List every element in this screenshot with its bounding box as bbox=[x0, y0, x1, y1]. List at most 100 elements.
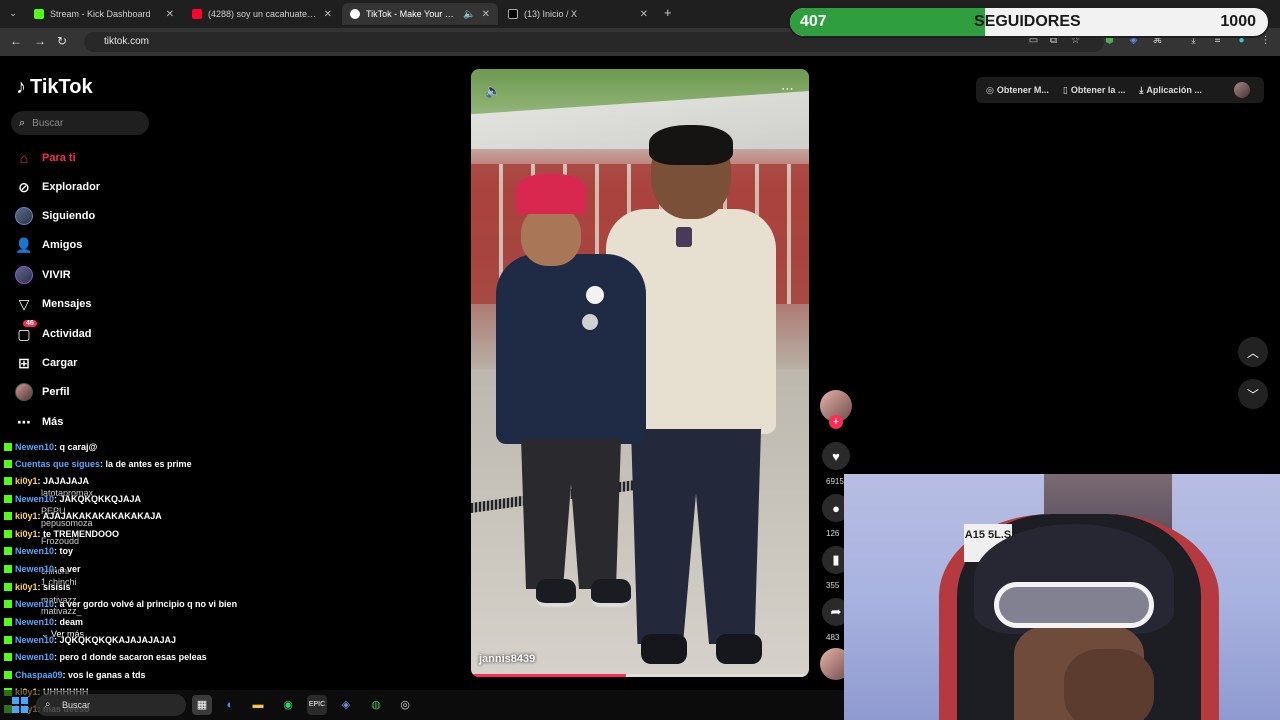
whatsapp-icon[interactable]: ◉ bbox=[278, 695, 298, 715]
chat-username[interactable]: Newen10 bbox=[15, 652, 54, 662]
tiktok-logo[interactable]: ♪ TikTok bbox=[16, 76, 93, 99]
close-icon[interactable]: ✕ bbox=[640, 9, 648, 20]
tab-search-icon[interactable]: ⌄ bbox=[6, 6, 20, 20]
taskbar-search[interactable]: ⌕ Buscar bbox=[36, 694, 186, 716]
mute-icon[interactable]: 🔈 bbox=[485, 83, 501, 99]
chat-username[interactable]: Newen10 bbox=[15, 635, 54, 645]
nav-mensajes[interactable]: ▽ Mensajes bbox=[15, 293, 92, 315]
chat-message: ki0y1: AJAJAKAKAKAKAKAKAJA bbox=[4, 511, 162, 521]
nav-cargar[interactable]: ⊞ Cargar bbox=[15, 352, 77, 374]
nav-label: Actividad bbox=[42, 328, 92, 340]
nav-siguiendo[interactable]: Siguiendo bbox=[15, 205, 95, 227]
chevron-down-icon: ﹀ bbox=[1246, 387, 1259, 402]
folder-icon[interactable]: ▬ bbox=[248, 695, 268, 715]
reload-icon[interactable]: ↻ bbox=[57, 34, 67, 48]
comment-count: 126 bbox=[826, 529, 840, 538]
desktop-app-button[interactable]: ⤓ Aplicación ... bbox=[1139, 85, 1202, 96]
screen: ⌄ Stream - Kick Dashboard ✕ (4288) soy u… bbox=[0, 0, 1280, 720]
back-icon[interactable]: ← bbox=[10, 34, 22, 48]
video-author[interactable]: jannis8439 bbox=[479, 653, 535, 665]
tab-x[interactable]: (13) Inicio / X ✕ bbox=[500, 3, 656, 25]
search-input[interactable]: ⌕ Buscar bbox=[11, 111, 149, 135]
download-icon: ⤓ bbox=[1139, 84, 1144, 95]
chat-username[interactable]: ki0y1 bbox=[15, 582, 38, 592]
kick-badge-icon bbox=[4, 636, 12, 644]
chat-message: Newen10: a ver bbox=[4, 564, 81, 574]
chat-username[interactable]: Newen10 bbox=[15, 564, 54, 574]
kick-badge-icon bbox=[4, 653, 12, 661]
chat-message: Newen10: JAKQKQKKQJAJA bbox=[4, 494, 141, 504]
chat-username[interactable]: ki0y1 bbox=[15, 511, 38, 521]
avatar-icon bbox=[15, 383, 33, 401]
upload-icon: ⊞ bbox=[18, 354, 30, 371]
kick-badge-icon bbox=[4, 600, 12, 608]
nav-amigos[interactable]: 👤 Amigos bbox=[15, 234, 82, 256]
activity-badge: 46 bbox=[23, 320, 37, 327]
close-icon[interactable]: ✕ bbox=[166, 9, 174, 20]
close-icon[interactable]: ✕ bbox=[482, 9, 490, 20]
coin-icon: ◎ bbox=[986, 84, 994, 95]
chat-username[interactable]: ki0y1 bbox=[15, 476, 38, 486]
chat-username[interactable]: Newen10 bbox=[15, 546, 54, 556]
video-player[interactable]: 🔈 ⋯ jannis8439 bbox=[471, 69, 809, 677]
more-options-icon[interactable]: ⋯ bbox=[781, 81, 795, 97]
like-button[interactable]: ♥ bbox=[822, 442, 850, 470]
chat-username[interactable]: Newen10 bbox=[15, 617, 54, 627]
nav-explorador[interactable]: ⊘ Explorador bbox=[15, 176, 100, 198]
nav-actividad[interactable]: ▢ 46 Actividad bbox=[15, 320, 92, 345]
video-progress-bar[interactable] bbox=[471, 674, 809, 677]
chat-message: Newen10: pero d donde sacaron esas pelea… bbox=[4, 652, 207, 662]
stream-chat-overlay: latotapromax PEPU pepusomoza Frozoudd ch… bbox=[0, 442, 280, 720]
chat-text: : deam bbox=[54, 617, 84, 627]
nav-perfil[interactable]: Perfil bbox=[15, 381, 70, 403]
more-icon: ⋯ bbox=[17, 413, 31, 430]
nav-mas[interactable]: ⋯ Más bbox=[15, 411, 63, 433]
chat-username[interactable]: Newen10 bbox=[15, 442, 54, 452]
chat-message: ki0y1: te TREMENDOOO bbox=[4, 529, 119, 539]
next-video-button[interactable]: ﹀ bbox=[1238, 379, 1268, 409]
forward-icon[interactable]: → bbox=[34, 34, 46, 48]
youtube-icon bbox=[192, 9, 202, 19]
nav-vivir[interactable]: VIVIR bbox=[15, 264, 71, 286]
chat-username[interactable]: Chaspaa09 bbox=[15, 670, 63, 680]
get-app-button[interactable]: ▯ Obtener la ... bbox=[1063, 85, 1125, 96]
epic-icon[interactable]: EPIC bbox=[307, 695, 327, 715]
chat-username[interactable]: Cuentas que sigues bbox=[15, 459, 100, 469]
tab-kick-dashboard[interactable]: Stream - Kick Dashboard ✕ bbox=[26, 3, 182, 25]
obs-icon[interactable]: ◎ bbox=[395, 695, 415, 715]
kick-badge-icon bbox=[4, 460, 12, 468]
get-coins-button[interactable]: ◎ Obtener M... bbox=[986, 85, 1049, 96]
files-icon[interactable]: ▦ bbox=[192, 695, 212, 715]
streamer-hand bbox=[1064, 649, 1154, 720]
chat-username[interactable]: ki0y1 bbox=[15, 529, 38, 539]
edge-icon[interactable]: ◐ bbox=[220, 695, 240, 715]
chat-username[interactable]: Newen10 bbox=[15, 599, 54, 609]
close-icon[interactable]: ✕ bbox=[324, 9, 332, 20]
previous-video-button[interactable]: ︿ bbox=[1238, 337, 1268, 367]
kick-badge-icon bbox=[4, 443, 12, 451]
chat-text: : pero d donde sacaron esas peleas bbox=[54, 652, 207, 662]
tab-youtube[interactable]: (4288) soy un cacahuate - Y ✕ bbox=[184, 3, 340, 25]
chat-username[interactable]: Newen10 bbox=[15, 494, 54, 504]
kick-badge-icon bbox=[4, 583, 12, 591]
nav-label: Amigos bbox=[42, 239, 83, 251]
nav-para-ti[interactable]: ⌂ Para ti bbox=[15, 147, 76, 169]
speaker-icon[interactable]: 🔈 bbox=[463, 9, 475, 20]
like-count: 6915 bbox=[826, 477, 844, 486]
search-icon: ⌕ bbox=[19, 116, 26, 129]
chat-message: ki0y1: sisisis bbox=[4, 582, 71, 592]
new-tab-button[interactable]: + bbox=[664, 5, 672, 20]
compass-icon: ⊘ bbox=[18, 178, 30, 195]
search-icon: ⌕ bbox=[45, 699, 51, 710]
follow-plus-icon[interactable]: + bbox=[829, 415, 843, 429]
followers-goal-bar: 407 SEGUIDORES 1000 bbox=[788, 6, 1270, 38]
tab-tiktok[interactable]: TikTok - Make Your Day 🔈 ✕ bbox=[342, 3, 498, 25]
send-icon: ▽ bbox=[18, 295, 30, 312]
discord-icon[interactable]: ◈ bbox=[336, 695, 356, 715]
chrome-icon[interactable]: ◍ bbox=[366, 695, 386, 715]
kick-badge-icon bbox=[4, 671, 12, 679]
user-avatar[interactable] bbox=[1234, 82, 1250, 98]
windows-start-icon[interactable] bbox=[12, 697, 28, 713]
nav-label: Cargar bbox=[42, 357, 78, 369]
menu-dots-icon[interactable]: ⋮ bbox=[1260, 35, 1271, 46]
